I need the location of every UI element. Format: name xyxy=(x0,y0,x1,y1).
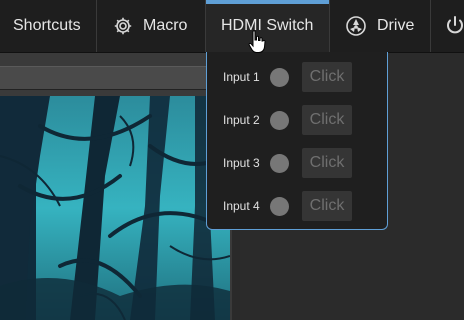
input-label: Input 2 xyxy=(223,113,260,127)
input-status-dot xyxy=(270,68,289,87)
remote-screen-image[interactable] xyxy=(0,96,230,320)
input-label: Input 1 xyxy=(223,70,260,84)
drive-button[interactable]: Drive xyxy=(345,0,414,52)
input-status-dot xyxy=(270,111,289,130)
input-2-click-button[interactable]: Click xyxy=(302,105,352,135)
power-button[interactable] xyxy=(445,0,464,52)
hdmi-input-row-3: Input 3 Click xyxy=(207,148,387,178)
hdmi-switch-label: HDMI Switch xyxy=(221,17,314,34)
hdmi-input-row-4: Input 4 Click xyxy=(207,191,387,221)
hand-cursor-icon xyxy=(248,30,266,53)
hdmi-switch-button[interactable]: HDMI Switch xyxy=(206,0,329,52)
macro-button[interactable]: Macro xyxy=(113,0,187,52)
input-status-dot xyxy=(270,154,289,173)
input-1-click-button[interactable]: Click xyxy=(302,62,352,92)
input-3-click-button[interactable]: Click xyxy=(302,148,352,178)
hdmi-switch-dropdown: Input 1 Click Input 2 Click Input 3 Clic… xyxy=(206,52,388,230)
hdmi-input-row-2: Input 2 Click xyxy=(207,105,387,135)
shortcuts-label: Shortcuts xyxy=(13,17,81,34)
input-4-click-button[interactable]: Click xyxy=(302,191,352,221)
toolbar-divider xyxy=(430,0,431,52)
input-label: Input 4 xyxy=(223,199,260,213)
top-toolbar: Shortcuts Macro HDMI Switch Drive xyxy=(0,0,464,53)
input-status-dot xyxy=(270,197,289,216)
power-icon xyxy=(447,16,463,34)
display-title-bar xyxy=(0,66,236,90)
shortcuts-button[interactable]: Shortcuts xyxy=(13,0,81,52)
drive-label: Drive xyxy=(377,17,415,34)
drive-icon xyxy=(346,16,366,36)
forest-wallpaper-image xyxy=(0,96,230,320)
hdmi-input-row-1: Input 1 Click xyxy=(207,62,387,92)
toolbar-divider xyxy=(96,0,97,52)
macro-label: Macro xyxy=(143,17,188,34)
toolbar-divider xyxy=(329,0,330,52)
gear-icon xyxy=(114,17,132,35)
input-label: Input 3 xyxy=(223,156,260,170)
